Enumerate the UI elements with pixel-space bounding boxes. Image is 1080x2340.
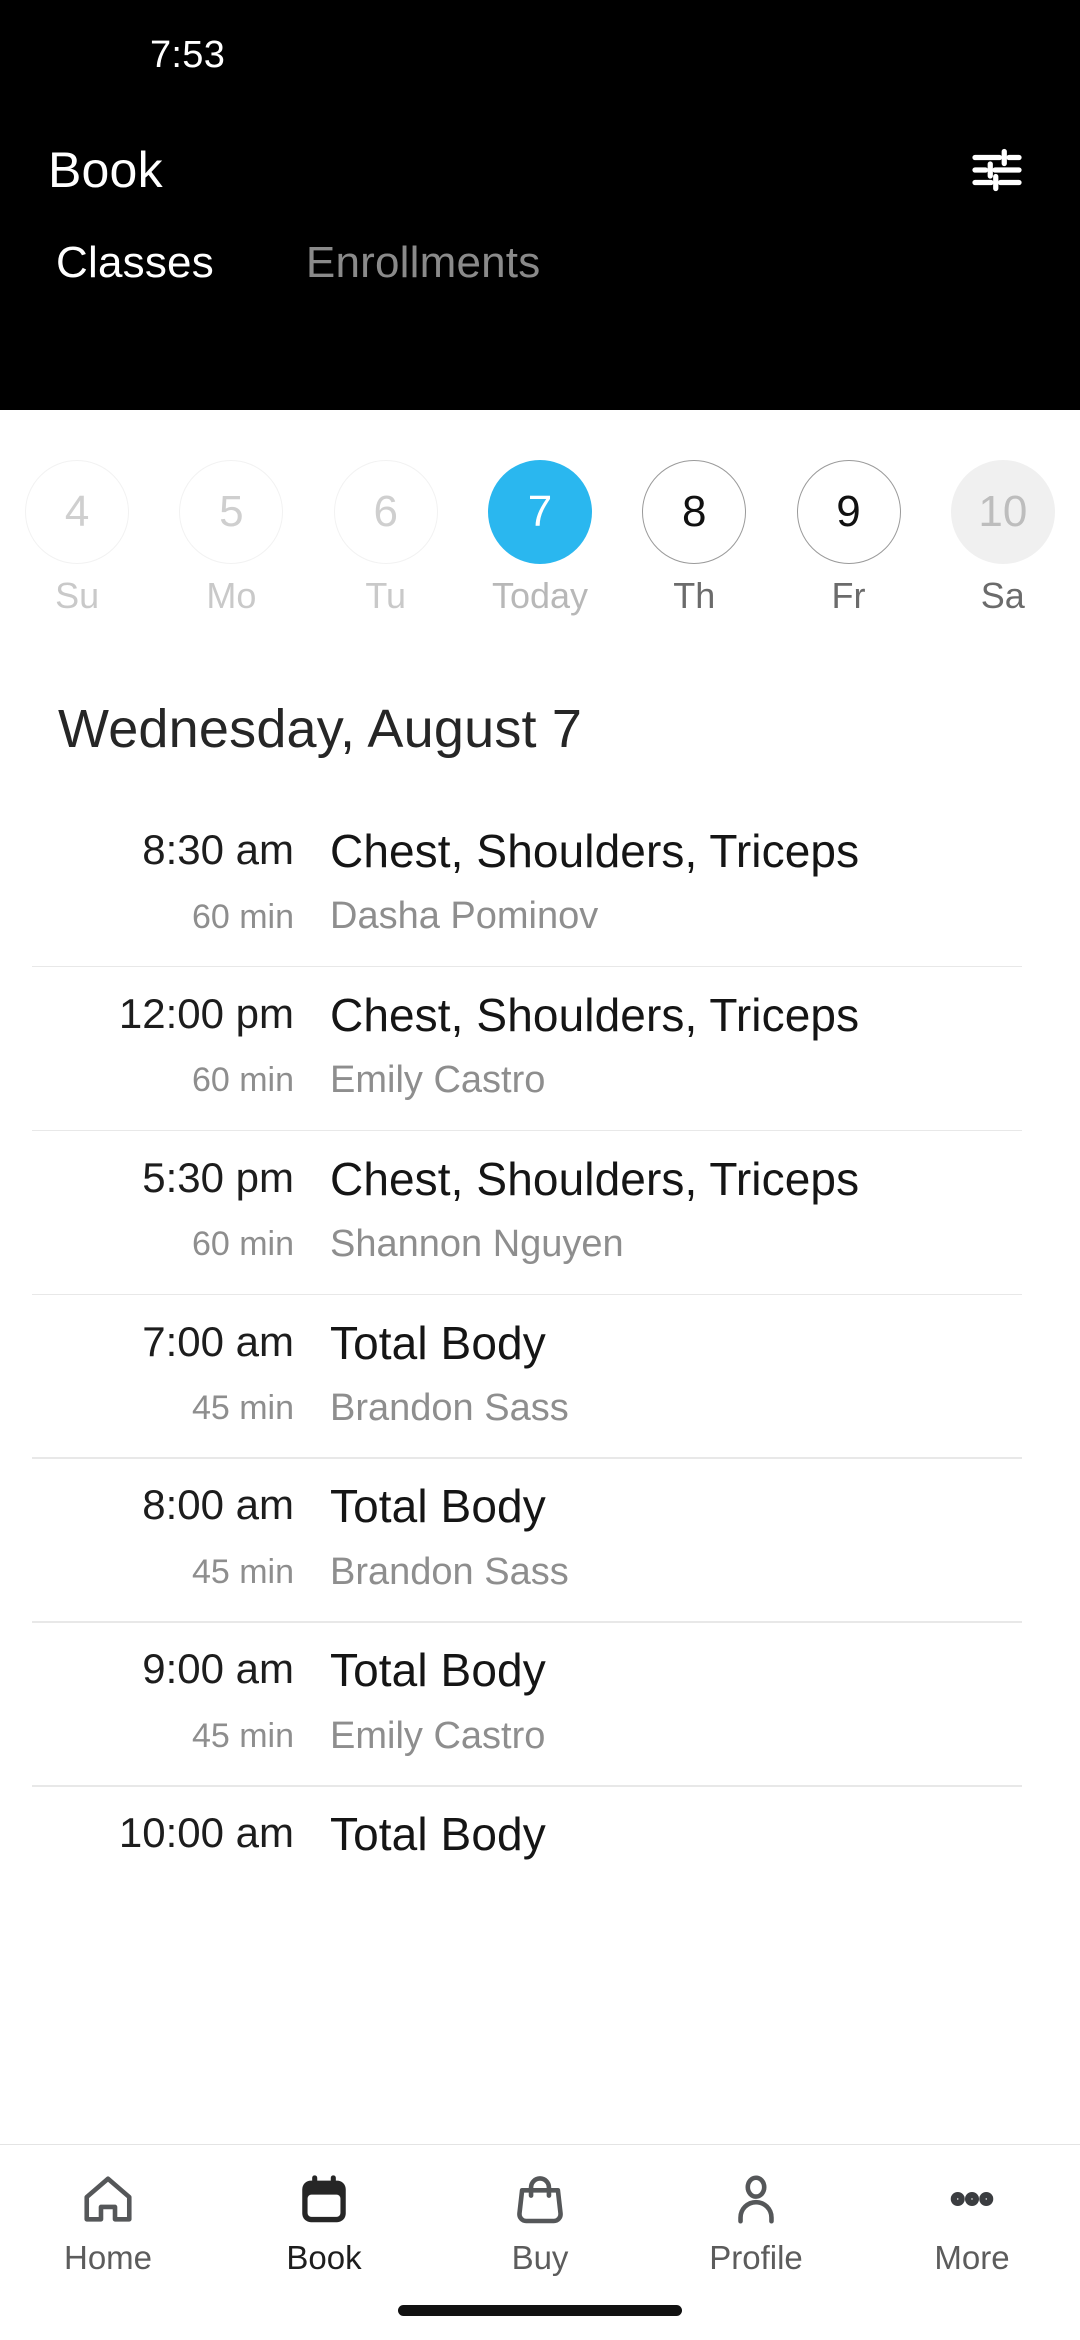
person-icon: [727, 2167, 785, 2231]
class-duration: 60 min: [191, 1225, 294, 1264]
class-time-column: 9:00 am 45 min: [60, 1643, 320, 1756]
nav-item-home[interactable]: Home: [0, 2167, 216, 2274]
class-info-column: Total Body Brandon Sass: [320, 1316, 1020, 1432]
date-number: 10: [950, 460, 1055, 564]
class-time-column: 7:00 am 45 min: [60, 1316, 320, 1429]
class-info-column: Total Body Emily Castro: [320, 1643, 1020, 1759]
class-instructor: Brandon Sass: [330, 1550, 569, 1593]
class-name: Chest, Shoulders, Triceps: [330, 988, 860, 1041]
date-weekday-label: Sa: [980, 575, 1025, 616]
class-list-item[interactable]: 8:30 am 60 min Chest, Shoulders, Triceps…: [0, 802, 1080, 966]
date-weekday-label: Tu: [365, 575, 407, 616]
class-start-time: 8:30 am: [142, 826, 294, 873]
class-duration: 45 min: [191, 1389, 294, 1428]
class-time-column: 8:00 am 45 min: [60, 1479, 320, 1592]
class-name: Chest, Shoulders, Triceps: [330, 1152, 860, 1205]
class-start-time: 9:00 am: [142, 1645, 294, 1693]
class-info-column: Total Body: [320, 1807, 1020, 1861]
nav-label: More: [934, 2239, 1010, 2276]
header-region: 7:53 Book Classes Enrollments: [0, 0, 1080, 410]
tab-bar: Classes Enrollments: [0, 230, 1080, 340]
class-start-time: 5:30 pm: [142, 1153, 294, 1201]
class-start-time: 8:00 am: [142, 1481, 294, 1529]
status-bar: 7:53: [0, 0, 1080, 110]
class-info-column: Chest, Shoulders, Triceps Shannon Nguyen: [320, 1152, 1020, 1268]
status-bar-clock: 7:53: [150, 33, 226, 76]
class-info-column: Chest, Shoulders, Triceps Dasha Pominov: [320, 824, 1020, 940]
page-title: Book: [48, 142, 163, 198]
date-weekday-label: Su: [55, 575, 100, 616]
more-dots-icon: [943, 2167, 1001, 2231]
date-cell-6[interactable]: 6 Tu: [309, 460, 463, 614]
class-instructor: Brandon Sass: [330, 1386, 569, 1429]
date-number: 6: [333, 460, 438, 564]
class-name: Total Body: [330, 1644, 546, 1697]
class-list-item-partial[interactable]: 10:00 am Total Body: [0, 1785, 1080, 1887]
class-list-item[interactable]: 9:00 am 45 min Total Body Emily Castro: [0, 1621, 1080, 1785]
nav-item-book[interactable]: Book: [216, 2167, 432, 2274]
class-name: Total Body: [330, 1316, 546, 1369]
class-duration: 60 min: [191, 897, 294, 936]
date-number: 5: [179, 460, 284, 564]
class-instructor: Dasha Pominov: [330, 895, 599, 938]
class-instructor: Shannon Nguyen: [330, 1222, 624, 1265]
date-strip[interactable]: 4 Su 5 Mo 6 Tu 7 Today 8 Th 9 Fr 10 Sa: [0, 410, 1080, 630]
tab-classes[interactable]: Classes: [32, 230, 238, 288]
date-weekday-label: Fr: [831, 575, 866, 616]
nav-label: Profile: [709, 2239, 803, 2276]
class-info-column: Chest, Shoulders, Triceps Emily Castro: [320, 988, 1020, 1104]
calendar-icon: [295, 2167, 353, 2231]
class-list-item[interactable]: 7:00 am 45 min Total Body Brandon Sass: [0, 1293, 1080, 1458]
class-list: 8:30 am 60 min Chest, Shoulders, Triceps…: [0, 802, 1080, 1887]
home-icon: [79, 2167, 137, 2231]
class-info-column: Total Body Brandon Sass: [320, 1479, 1020, 1595]
bag-icon: [511, 2167, 569, 2231]
date-number: 8: [642, 460, 747, 564]
class-start-time: 12:00 pm: [118, 989, 294, 1037]
class-time-column: 12:00 pm 60 min: [60, 988, 320, 1101]
home-indicator[interactable]: [398, 2305, 682, 2316]
tab-enrollments[interactable]: Enrollments: [282, 230, 565, 288]
class-duration: 45 min: [191, 1552, 294, 1591]
nav-item-profile[interactable]: Profile: [648, 2167, 864, 2274]
date-weekday-label: Today: [491, 575, 589, 616]
class-list-item[interactable]: 12:00 pm 60 min Chest, Shoulders, Tricep…: [0, 965, 1080, 1130]
date-cell-5[interactable]: 5 Mo: [154, 460, 308, 614]
class-instructor: Emily Castro: [330, 1714, 546, 1757]
class-start-time: 10:00 am: [118, 1809, 294, 1857]
nav-label: Buy: [511, 2239, 569, 2276]
class-name: Chest, Shoulders, Triceps: [330, 825, 860, 877]
date-weekday-label: Th: [673, 575, 716, 616]
nav-label: Home: [63, 2239, 153, 2276]
date-cell-4[interactable]: 4 Su: [0, 460, 154, 614]
date-cell-10[interactable]: 10 Sa: [926, 460, 1080, 614]
date-cell-9[interactable]: 9 Fr: [771, 460, 925, 614]
class-time-column: 10:00 am: [60, 1807, 320, 1860]
date-number: 4: [25, 460, 130, 564]
class-time-column: 5:30 pm 60 min: [60, 1152, 320, 1265]
nav-item-more[interactable]: More: [864, 2167, 1080, 2274]
selected-date-heading: Wednesday, August 7: [58, 699, 583, 759]
date-cell-8[interactable]: 8 Th: [617, 460, 771, 614]
class-duration: 60 min: [191, 1061, 294, 1100]
date-number: 9: [796, 460, 901, 564]
date-number: 7: [487, 460, 592, 564]
app-screen: 7:53 Book Classes Enrollments 4 Su 5 Mo …: [0, 0, 1080, 2340]
class-list-item[interactable]: 5:30 pm 60 min Chest, Shoulders, Triceps…: [0, 1129, 1080, 1294]
class-name: Total Body: [330, 1808, 546, 1861]
class-name: Total Body: [330, 1480, 546, 1533]
date-weekday-label: Mo: [206, 575, 257, 616]
class-instructor: Emily Castro: [330, 1059, 546, 1102]
class-time-column: 8:30 am 60 min: [60, 824, 320, 937]
class-duration: 45 min: [191, 1716, 294, 1755]
sliders-filter-icon[interactable]: [966, 139, 1028, 201]
date-cell-7-today-selected[interactable]: 7 Today: [463, 460, 617, 614]
nav-item-buy[interactable]: Buy: [432, 2167, 648, 2274]
class-list-item[interactable]: 8:00 am 45 min Total Body Brandon Sass: [0, 1457, 1080, 1621]
class-start-time: 7:00 am: [142, 1317, 294, 1365]
app-bar: Book: [0, 110, 1080, 230]
nav-label: Book: [286, 2239, 362, 2276]
